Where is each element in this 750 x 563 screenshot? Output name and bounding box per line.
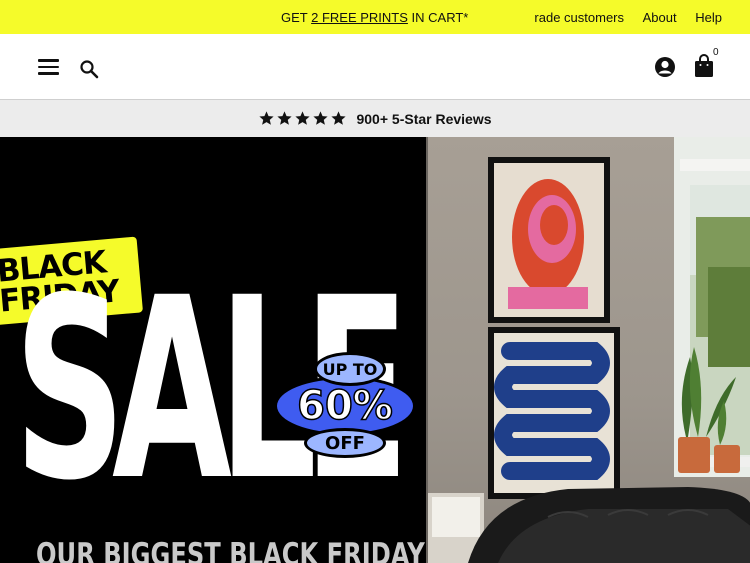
- trade-customers-link[interactable]: rade customers: [534, 10, 624, 25]
- star-icon: [259, 111, 275, 125]
- search-icon[interactable]: [79, 59, 99, 79]
- hero-sale-banner[interactable]: BLACK FRIDAY SALE 60% UP TO OFF OUR BIGG…: [0, 137, 426, 563]
- reviews-text: 900+ 5-Star Reviews: [356, 110, 492, 127]
- site-header: 0: [0, 34, 750, 100]
- discount-sticker: 60% UP TO OFF: [274, 352, 416, 458]
- promo-suffix: IN CART*: [407, 10, 469, 25]
- hero-room-photo[interactable]: [426, 137, 750, 563]
- free-prints-link[interactable]: 2 FREE PRINTS: [311, 10, 408, 25]
- menu-icon[interactable]: [38, 59, 59, 75]
- star-icon: [331, 111, 347, 125]
- promo-message: GET 2 FREE PRINTS IN CART*: [281, 10, 468, 25]
- about-link[interactable]: About: [643, 10, 677, 25]
- star-icon: [295, 111, 311, 125]
- promo-prefix: GET: [281, 10, 312, 25]
- help-link[interactable]: Help: [695, 10, 722, 25]
- top-links: rade customers About Help: [534, 10, 722, 25]
- rating-stars: [258, 110, 348, 127]
- cart-count-badge: 0: [713, 47, 719, 58]
- discount-upto: UP TO: [314, 352, 386, 386]
- reviews-banner[interactable]: 900+ 5-Star Reviews: [0, 100, 750, 137]
- shopping-bag-icon[interactable]: [693, 54, 715, 78]
- account-icon[interactable]: [654, 56, 676, 78]
- room-scene-image: [428, 137, 750, 563]
- star-icon: [313, 111, 329, 125]
- discount-off: OFF: [304, 428, 386, 458]
- announcement-bar: GET 2 FREE PRINTS IN CART* rade customer…: [0, 0, 750, 34]
- sale-subheadline: OUR BIGGEST BLACK FRIDAY: [36, 537, 425, 563]
- star-icon: [277, 111, 293, 125]
